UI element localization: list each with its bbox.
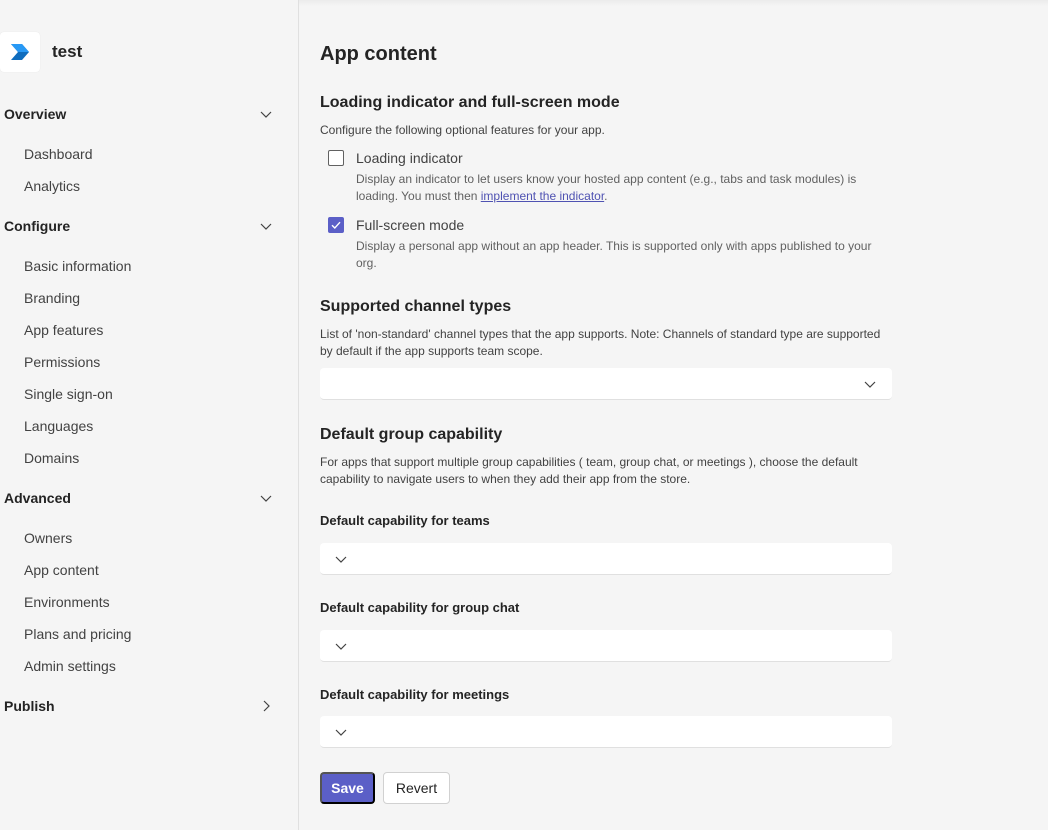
nav-group-label: Advanced: [4, 490, 71, 506]
loading-indicator-checkbox-row[interactable]: Loading indicator: [328, 150, 463, 166]
group-chat-capability-label: Default capability for group chat: [320, 600, 520, 615]
teams-capability-label: Default capability for teams: [320, 513, 490, 528]
app-header: test: [0, 32, 82, 72]
section-description: Configure the following optional feature…: [320, 123, 605, 137]
nav-group-configure[interactable]: Configure: [0, 210, 290, 242]
app-logo-icon: [0, 32, 40, 72]
checkbox-label: Full-screen mode: [356, 217, 465, 233]
section-title-group-capability: Default group capability: [320, 426, 503, 443]
section-description: List of 'non-standard' channel types tha…: [320, 327, 881, 358]
sidebar-item-app-features[interactable]: App features: [24, 318, 103, 342]
section-title-channel-types: Supported channel types: [320, 298, 512, 315]
sidebar-item-permissions[interactable]: Permissions: [24, 350, 100, 374]
chevron-down-icon: [260, 495, 272, 502]
sidebar-item-environments[interactable]: Environments: [24, 590, 110, 614]
checkbox-label: Loading indicator: [356, 150, 463, 166]
implement-indicator-link[interactable]: implement the indicator: [481, 189, 604, 203]
nav-group-label: Publish: [4, 698, 55, 714]
sidebar-item-domains[interactable]: Domains: [24, 446, 79, 470]
sidebar-item-app-content[interactable]: App content: [24, 558, 99, 582]
chevron-down-icon: [335, 643, 347, 650]
nav-group-advanced[interactable]: Advanced: [0, 482, 290, 514]
sidebar-item-admin-settings[interactable]: Admin settings: [24, 654, 116, 678]
sidebar-item-single-sign-on[interactable]: Single sign-on: [24, 382, 113, 406]
sidebar-item-branding[interactable]: Branding: [24, 286, 80, 310]
nav-group-publish[interactable]: Publish: [0, 690, 290, 722]
sidebar-item-basic-information[interactable]: Basic information: [24, 254, 131, 278]
section-title-loading: Loading indicator and full-screen mode: [320, 94, 620, 111]
nav-group-overview[interactable]: Overview: [0, 98, 290, 130]
sidebar: test Overview Dashboard Analytics Config…: [0, 0, 299, 830]
app-name: test: [52, 42, 83, 61]
meetings-capability-dropdown[interactable]: [320, 716, 892, 748]
chevron-down-icon: [864, 381, 876, 388]
sidebar-item-owners[interactable]: Owners: [24, 526, 72, 550]
nav-group-label: Configure: [4, 218, 71, 234]
sidebar-item-dashboard[interactable]: Dashboard: [24, 142, 93, 166]
meetings-capability-label: Default capability for meetings: [320, 687, 510, 702]
group-chat-capability-dropdown[interactable]: [320, 630, 892, 662]
full-screen-description: Display a personal app without an app he…: [356, 239, 872, 270]
channel-types-dropdown[interactable]: [320, 368, 892, 400]
loading-indicator-description: Display an indicator to let users know y…: [356, 171, 886, 205]
page-title: App content: [320, 43, 437, 65]
chevron-right-icon: [263, 700, 270, 712]
teams-capability-dropdown[interactable]: [320, 543, 892, 575]
checkmark-icon: [331, 221, 341, 230]
chevron-down-icon: [335, 729, 347, 736]
sidebar-item-analytics[interactable]: Analytics: [24, 174, 80, 198]
chevron-down-icon: [260, 111, 272, 118]
sidebar-item-plans-and-pricing[interactable]: Plans and pricing: [24, 622, 131, 646]
save-button[interactable]: Save: [320, 772, 375, 804]
sidebar-item-languages[interactable]: Languages: [24, 414, 93, 438]
full-screen-checkbox-row[interactable]: Full-screen mode: [328, 217, 464, 233]
full-screen-checkbox[interactable]: [328, 217, 344, 233]
description-suffix: .: [604, 189, 608, 203]
nav-group-label: Overview: [4, 106, 67, 122]
chevron-down-icon: [260, 223, 272, 230]
revert-button[interactable]: Revert: [383, 772, 450, 804]
chevron-down-icon: [335, 556, 347, 563]
section-description: For apps that support multiple group cap…: [320, 455, 858, 486]
loading-indicator-checkbox[interactable]: [328, 150, 344, 166]
